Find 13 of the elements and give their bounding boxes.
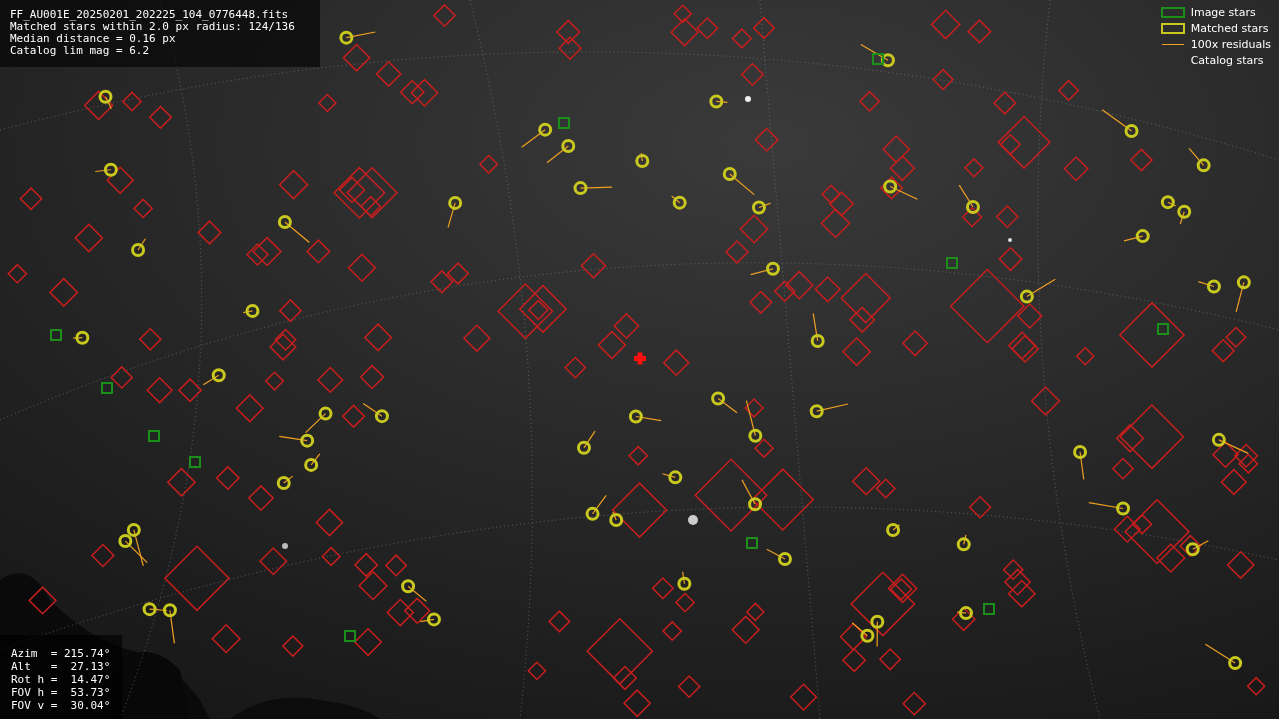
pointing-text: FOV h = 53.73° [11, 686, 111, 699]
pointing-text: Azim = 215.74° [11, 647, 111, 660]
pointing-text: Alt = 27.13° [11, 660, 111, 673]
legend-label: Image stars [1190, 6, 1256, 19]
info-text: Catalog lim mag = 6.2 [10, 45, 150, 57]
legend-label: 100x residuals [1190, 38, 1271, 51]
info-text: Median distance = 0.16 px [10, 33, 176, 45]
pointing-text: FOV v = 30.04° [11, 699, 111, 712]
legend-label: Catalog stars [1190, 54, 1264, 67]
info-text: Matched stars within 2.0 px radius: 124/136 [10, 21, 295, 33]
legend-label: Matched stars [1190, 22, 1269, 35]
info-text: FF_AU001E_20250201_202225_104_0776448.fits [10, 9, 289, 21]
pointing-text: Rot h = 14.47° [11, 673, 111, 686]
